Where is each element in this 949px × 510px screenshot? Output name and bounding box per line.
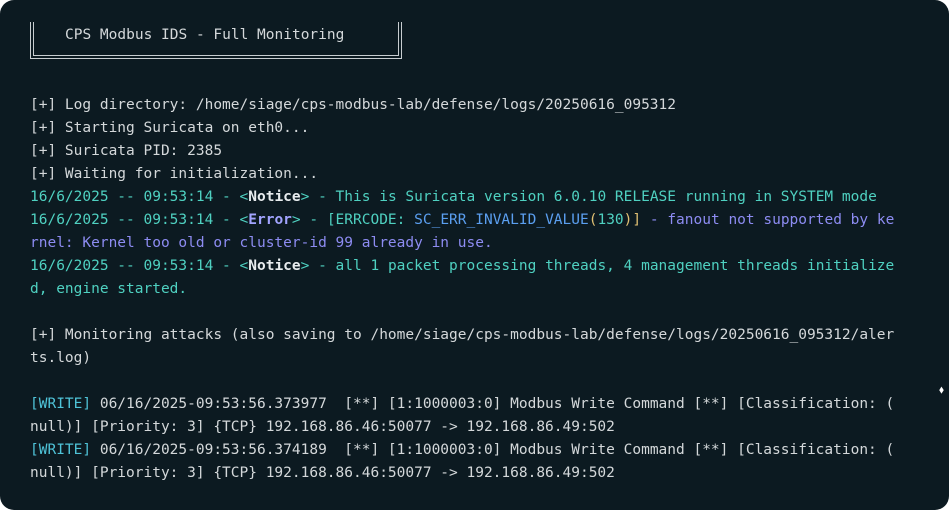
errcode-value: SC_ERR_INVALID_VALUE (414, 212, 589, 228)
alert-line-wrap: null)] [Priority: 3] {TCP} 192.168.86.46… (30, 465, 615, 481)
errcode-number: 130 (597, 212, 624, 228)
log-line-wrap: ts.log) (30, 350, 92, 366)
alert-line: [WRITE] 06/16/2025-09:53:56.374189 [**] … (30, 441, 894, 459)
error-tag: Error (248, 212, 292, 228)
log-line: [+] Starting Suricata on eth0... (30, 120, 310, 136)
log-line: [+] Suricata PID: 2385 (30, 143, 223, 159)
notice-tag: Notice (248, 189, 301, 205)
suricata-notice-wrap: d, engine started. (30, 281, 188, 297)
timestamp: 16/6/2025 -- 09:53:14 - < (30, 189, 249, 205)
log-line: [+] Monitoring attacks (also saving to /… (30, 327, 895, 343)
suricata-error-wrap: rnel: Kernel too old or cluster-id 99 al… (30, 235, 493, 251)
write-tag: [WRITE] (30, 442, 92, 458)
message: > - This is Suricata version 6.0.10 RELE… (300, 189, 877, 205)
suricata-notice-line: 16/6/2025 -- 09:53:14 - <Notice> - all 1… (30, 257, 894, 275)
notice-tag: Notice (248, 258, 301, 274)
suricata-error-line: 16/6/2025 -- 09:53:14 - <Error> - [ERRCO… (30, 211, 894, 229)
timestamp: 16/6/2025 -- 09:53:14 - < (30, 212, 249, 228)
alert-line-wrap: null)] [Priority: 3] {TCP} 192.168.86.46… (30, 419, 615, 435)
log-line: [+] Waiting for initialization... (30, 166, 319, 182)
log-line: [+] Log directory: /home/siage/cps-modbu… (30, 97, 677, 113)
alert-line: [WRITE] 06/16/2025-09:53:56.373977 [**] … (30, 395, 894, 413)
message: > - all 1 packet processing threads, 4 m… (300, 258, 895, 274)
title-banner: CPS Modbus IDS - Full Monitoring (30, 22, 402, 59)
terminal-window[interactable]: CPS Modbus IDS - Full Monitoring [+] Log… (0, 0, 949, 510)
alert-message: 06/16/2025-09:53:56.374189 [**] [1:10000… (91, 442, 895, 458)
write-tag: [WRITE] (30, 396, 92, 412)
alert-message: 06/16/2025-09:53:56.373977 [**] [1:10000… (91, 396, 895, 412)
paren: )] (623, 212, 642, 228)
errcode-label: > - [ERRCODE: (291, 212, 415, 228)
suricata-notice-line: 16/6/2025 -- 09:53:14 - <Notice> - This … (30, 188, 877, 206)
scrollbar-indicator-icon[interactable]: ⬧ (939, 383, 944, 397)
timestamp: 16/6/2025 -- 09:53:14 - < (30, 258, 249, 274)
banner-title: CPS Modbus IDS - Full Monitoring (65, 27, 345, 43)
message: - fanout not supported by ke (641, 212, 895, 228)
